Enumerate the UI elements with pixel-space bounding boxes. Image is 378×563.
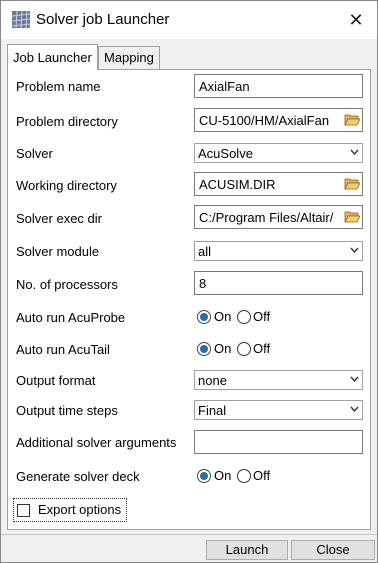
problem-directory-value: CU-5100/HM/AxialFan xyxy=(199,113,330,128)
output-format-select[interactable]: none xyxy=(194,370,363,390)
acuprobe-off-label: Off xyxy=(253,309,271,324)
num-processors-input[interactable]: 8 xyxy=(194,271,363,295)
num-processors-label: No. of processors xyxy=(16,277,118,292)
auto-run-acutail-label: Auto run AcuTail xyxy=(16,342,110,357)
output-format-label: Output format xyxy=(16,373,96,388)
output-format-value: none xyxy=(198,373,227,388)
chevron-down-icon xyxy=(350,376,359,382)
button-bar-separator xyxy=(1,534,377,535)
close-button[interactable]: Close xyxy=(291,540,375,560)
additional-args-input[interactable] xyxy=(194,430,363,454)
export-options-checkbox[interactable] xyxy=(17,504,30,517)
problem-name-value: AxialFan xyxy=(199,79,250,94)
acutail-off-radio[interactable] xyxy=(237,342,251,356)
output-time-steps-label: Output time steps xyxy=(16,403,118,418)
generate-deck-on-radio[interactable] xyxy=(197,469,211,483)
export-options-label[interactable]: Export options xyxy=(38,502,121,517)
acuprobe-on-label: On xyxy=(214,309,232,324)
problem-directory-input[interactable]: CU-5100/HM/AxialFan xyxy=(194,108,363,132)
solver-select[interactable]: AcuSolve xyxy=(194,143,363,163)
close-icon[interactable]: ✕ xyxy=(341,5,371,35)
problem-directory-label: Problem directory xyxy=(16,114,118,129)
additional-args-label: Additional solver arguments xyxy=(16,435,177,450)
acutail-on-label: On xyxy=(214,341,232,356)
solver-module-label: Solver module xyxy=(16,244,100,259)
working-directory-value: ACUSIM.DIR xyxy=(199,177,276,192)
job-launcher-panel xyxy=(7,69,371,530)
generate-deck-off-radio[interactable] xyxy=(237,469,251,483)
folder-open-icon[interactable] xyxy=(344,209,360,224)
solver-label: Solver xyxy=(16,146,53,161)
output-time-steps-select[interactable]: Final xyxy=(194,400,363,420)
num-processors-value: 8 xyxy=(199,276,207,291)
launch-button[interactable]: Launch xyxy=(206,540,288,560)
solver-exec-dir-label: Solver exec dir xyxy=(16,211,102,226)
acutail-on-radio[interactable] xyxy=(197,342,211,356)
chevron-down-icon xyxy=(350,149,359,155)
folder-open-icon[interactable] xyxy=(344,176,360,191)
generate-deck-on-label: On xyxy=(214,468,232,483)
solver-value: AcuSolve xyxy=(198,146,253,161)
acuprobe-off-radio[interactable] xyxy=(237,310,251,324)
window-title: Solver job Launcher xyxy=(36,11,170,28)
generate-deck-label: Generate solver deck xyxy=(16,469,140,484)
problem-name-input[interactable]: AxialFan xyxy=(194,74,363,98)
tab-mapping[interactable]: Mapping xyxy=(98,46,160,69)
acutail-off-label: Off xyxy=(253,341,271,356)
generate-deck-off-label: Off xyxy=(253,468,271,483)
working-directory-input[interactable]: ACUSIM.DIR xyxy=(194,172,363,196)
auto-run-acuprobe-label: Auto run AcuProbe xyxy=(16,310,126,325)
solver-launcher-window: Solver job Launcher ✕ Mapping Job Launch… xyxy=(0,0,378,563)
working-directory-label: Working directory xyxy=(16,178,117,193)
app-grid-icon xyxy=(12,11,30,28)
solver-module-select[interactable]: all xyxy=(194,241,363,261)
acuprobe-on-radio[interactable] xyxy=(197,310,211,324)
solver-exec-dir-value: C:/Program Files/Altair/ xyxy=(199,210,334,225)
chevron-down-icon xyxy=(350,247,359,253)
output-time-steps-value: Final xyxy=(198,403,227,418)
tab-job-launcher[interactable]: Job Launcher xyxy=(7,44,98,70)
title-bar: Solver job Launcher ✕ xyxy=(1,1,377,39)
folder-open-icon[interactable] xyxy=(344,112,360,127)
solver-exec-dir-input[interactable]: C:/Program Files/Altair/ xyxy=(194,205,363,229)
problem-name-label: Problem name xyxy=(16,79,101,94)
solver-module-value: all xyxy=(198,244,212,259)
chevron-down-icon xyxy=(350,406,359,412)
